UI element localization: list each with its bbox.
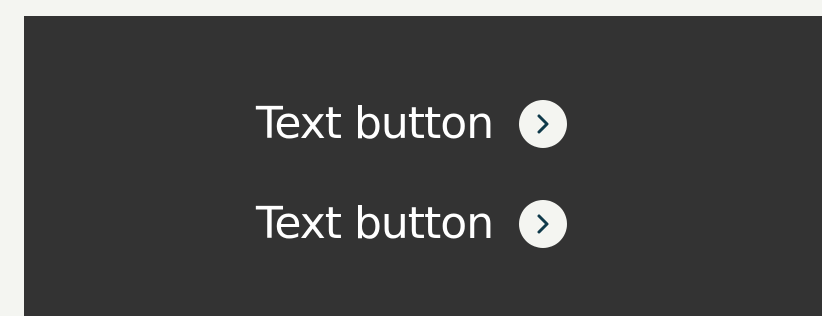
text-button-label: Text button (256, 98, 494, 149)
text-button-label: Text button (256, 198, 494, 249)
text-button-1[interactable]: Text button (256, 98, 568, 149)
dark-panel: Text button Text button (24, 16, 822, 316)
chevron-right-icon (519, 100, 568, 148)
text-button-2[interactable]: Text button (256, 198, 568, 249)
chevron-right-icon (519, 200, 568, 248)
